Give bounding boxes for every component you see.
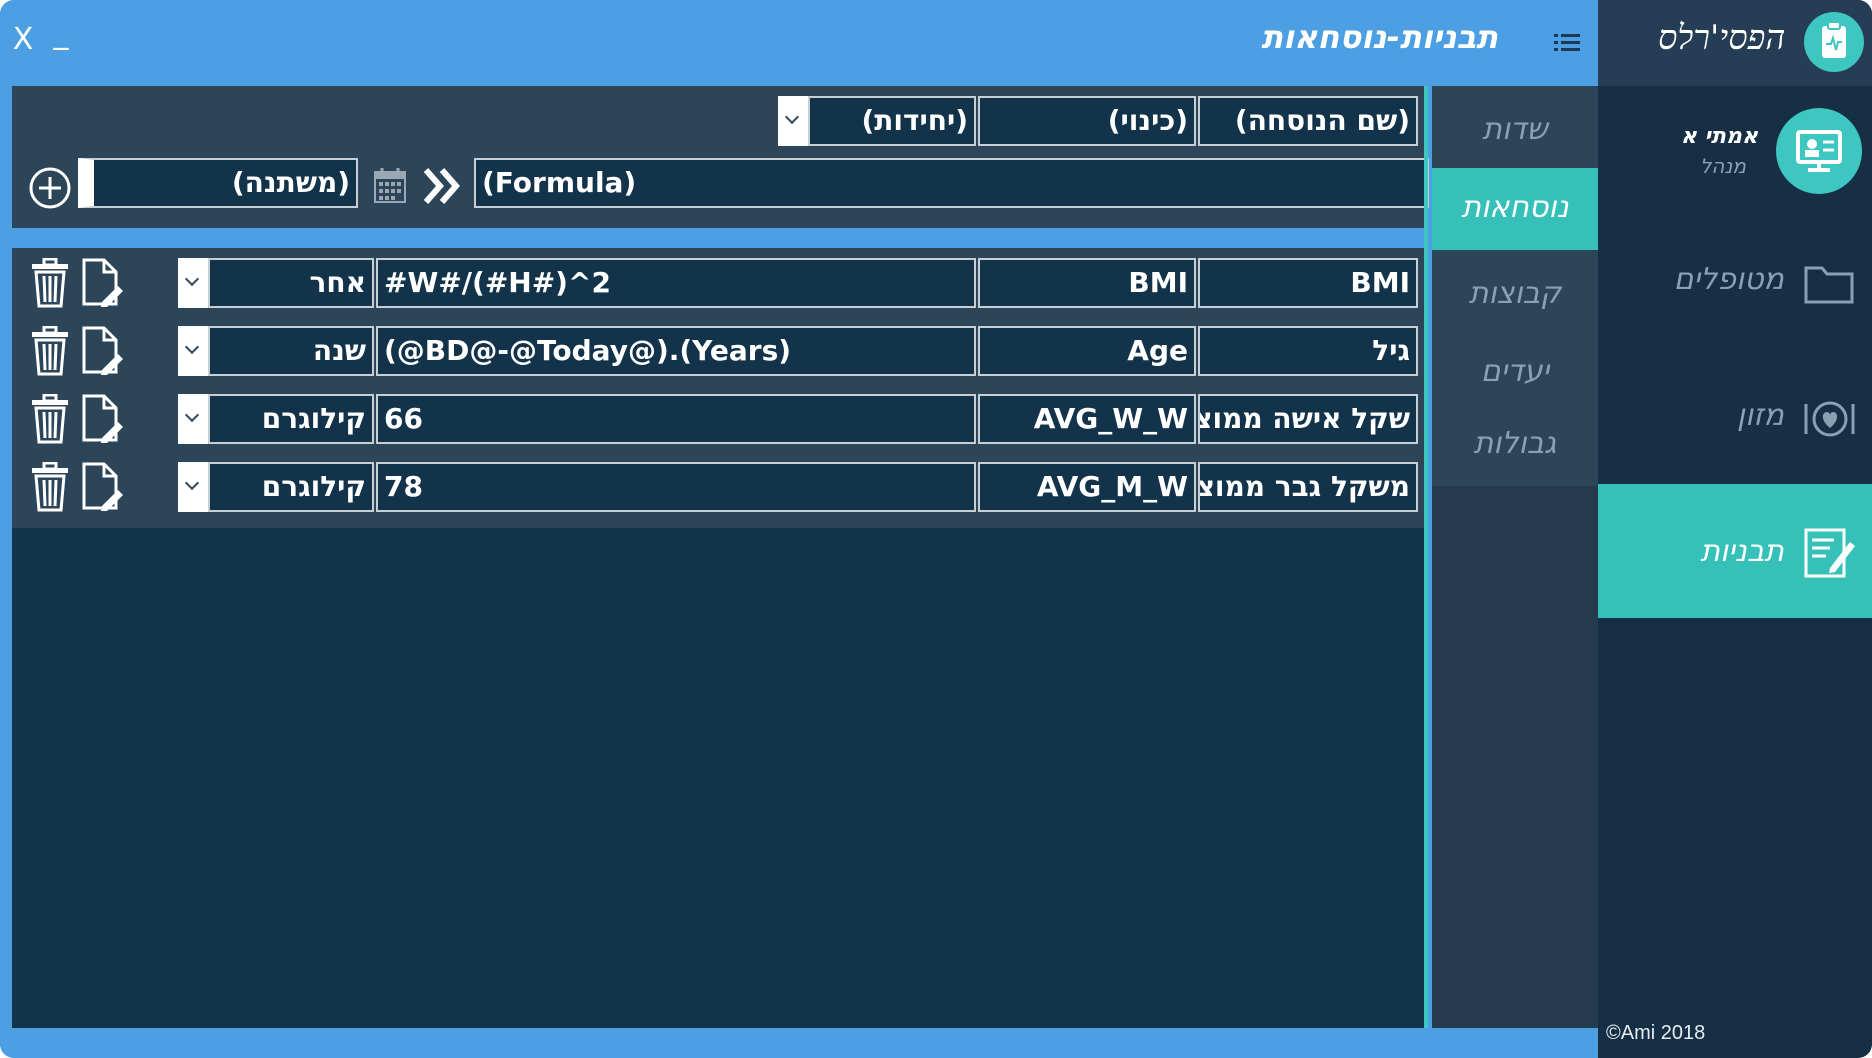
tab-formulas[interactable]: נוסחאות xyxy=(1432,168,1598,250)
sidebar: הפסי'רלס אמתי א מנהל מטופלים מזון תבניות… xyxy=(1598,0,1872,1058)
tab-limits[interactable]: גבולות xyxy=(1432,406,1598,488)
row-name-field[interactable]: משקל גבר ממוצע xyxy=(1198,462,1418,512)
row-alias-field[interactable]: AVG_W_W xyxy=(978,394,1196,444)
formula-alias-input[interactable]: (כינוי) xyxy=(978,96,1196,146)
row-unit-select[interactable]: קילוגרם xyxy=(208,394,374,444)
row-name-field[interactable]: BMI xyxy=(1198,258,1418,308)
sidebar-header: הפסי'רלס xyxy=(1598,0,1872,86)
avatar[interactable] xyxy=(1776,108,1862,194)
edit-document-icon[interactable] xyxy=(80,462,124,512)
sidebar-item-label: תבניות xyxy=(1700,534,1784,569)
tab-label: נוסחאות xyxy=(1461,190,1569,225)
chevron-down-icon[interactable] xyxy=(778,96,808,146)
user-name: אמתי א xyxy=(1680,124,1758,149)
formula-expression-input[interactable]: (Formula) xyxy=(474,158,1429,208)
sidebar-item-label: מזון xyxy=(1736,398,1784,433)
copyright-text: ©Ami 2018 xyxy=(1606,1022,1706,1044)
menu-list-icon[interactable] xyxy=(1552,30,1582,56)
variable-select[interactable]: (משתנה) xyxy=(78,158,358,208)
status-strip xyxy=(0,1028,1598,1058)
chevron-down-icon[interactable] xyxy=(178,326,208,376)
new-formula-form: (שם הנוסחה) (כינוי) (יחידות) (Formula) (… xyxy=(12,86,1429,228)
formulas-panel: (שם הנוסחה) (כינוי) (יחידות) (Formula) (… xyxy=(12,86,1429,1028)
row-alias-field[interactable]: Age xyxy=(978,326,1196,376)
row-formula-field[interactable]: 66 xyxy=(376,394,976,444)
row-formula-field[interactable]: (@BD@-@Today@).(Years) xyxy=(376,326,976,376)
chevron-down-icon[interactable] xyxy=(178,462,208,512)
clipboard-logo-icon xyxy=(1804,12,1864,72)
trash-icon[interactable] xyxy=(28,394,72,444)
tab-label: גבולות xyxy=(1473,426,1557,461)
title-bar: X _ תבניות-נוסחאות xyxy=(0,0,1598,86)
insert-arrow-icon[interactable] xyxy=(422,166,466,206)
edit-document-icon[interactable] xyxy=(80,326,124,376)
row-name-field[interactable]: גיל xyxy=(1198,326,1418,376)
tab-fields[interactable]: שדות xyxy=(1432,92,1598,174)
section-tabs: שדות נוסחאות קבוצות יעדים גבולות xyxy=(1432,86,1598,486)
app-logo-text: הפסי'רלס xyxy=(1658,18,1786,58)
trash-icon[interactable] xyxy=(28,326,72,376)
tab-label: שדות xyxy=(1482,112,1548,147)
row-name-field[interactable]: שקל אישה ממוצע xyxy=(1198,394,1418,444)
trash-icon[interactable] xyxy=(28,258,72,308)
add-circle-icon[interactable] xyxy=(28,166,72,210)
tab-column-fill xyxy=(1432,486,1598,1028)
row-unit-select[interactable]: קילוגרם xyxy=(208,462,374,512)
formula-list: BMI BMI #W#/(#H#)^2 אחר גיל Age (@BD@-@T… xyxy=(12,248,1427,528)
page-title: תבניות-נוסחאות xyxy=(1261,18,1498,56)
row-unit-select[interactable]: אחר xyxy=(208,258,374,308)
tab-label: קבוצות xyxy=(1468,276,1562,311)
formula-name-input[interactable]: (שם הנוסחה) xyxy=(1198,96,1418,146)
tab-groups[interactable]: קבוצות xyxy=(1432,256,1598,338)
tab-label: יעדים xyxy=(1480,354,1550,389)
edit-document-icon[interactable] xyxy=(80,394,124,444)
row-alias-field[interactable]: AVG_M_W xyxy=(978,462,1196,512)
tab-goals[interactable]: יעדים xyxy=(1432,334,1598,416)
app-window: X _ תבניות-נוסחאות (שם הנוסחה) (כינוי) (… xyxy=(0,0,1872,1058)
trash-icon[interactable] xyxy=(28,462,72,512)
chevron-down-icon[interactable] xyxy=(178,258,208,308)
folder-icon xyxy=(1804,266,1854,304)
row-formula-field[interactable]: 78 xyxy=(376,462,976,512)
chevron-down-icon[interactable] xyxy=(178,394,208,444)
sidebar-item-food[interactable]: מזון xyxy=(1598,350,1872,484)
plate-heart-icon xyxy=(1804,401,1855,437)
close-button[interactable]: X xyxy=(8,22,38,57)
template-edit-icon xyxy=(1804,528,1855,578)
row-alias-field[interactable]: BMI xyxy=(978,258,1196,308)
form-divider xyxy=(12,228,1427,248)
formula-units-select[interactable]: (יחידות) xyxy=(808,96,976,146)
sidebar-item-patients[interactable]: מטופלים xyxy=(1598,216,1872,350)
user-role: מנהל xyxy=(1699,154,1746,178)
edit-document-icon[interactable] xyxy=(80,258,124,308)
row-formula-field[interactable]: #W#/(#H#)^2 xyxy=(376,258,976,308)
sidebar-item-label: מטופלים xyxy=(1673,262,1784,297)
row-unit-select[interactable]: שנה xyxy=(208,326,374,376)
minimize-button[interactable]: _ xyxy=(48,16,74,51)
sidebar-item-templates[interactable]: תבניות xyxy=(1598,484,1872,618)
calendar-icon[interactable] xyxy=(372,166,408,204)
panel-edge xyxy=(1424,86,1428,1028)
